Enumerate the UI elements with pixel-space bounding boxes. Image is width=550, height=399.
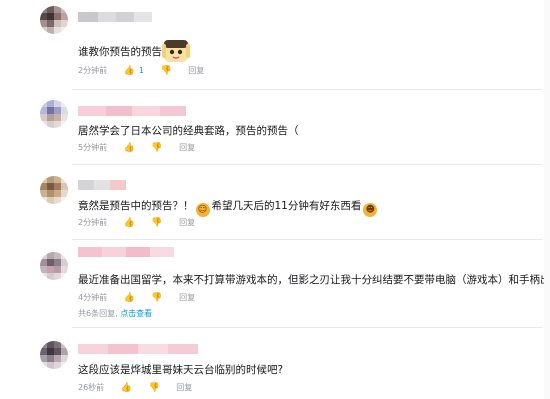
comment-text: 最近准备出国留学，本来不打算带游戏本的，但影之刃让我十分纠结要不要带电脑（游戏本… [78,273,550,291]
reply-button[interactable]: 回复 [176,383,192,393]
reply-button[interactable]: 回复 [179,143,195,153]
reply-button[interactable]: 回复 [188,66,204,76]
comment-item: 最近准备出国留学，本来不打算带游戏本的，但影之刃让我十分纠结要不要带电脑（游戏本… [0,240,550,328]
username-blurred[interactable] [78,247,174,257]
comment-meta: 2分钟前 👍 1 👎 回复 [78,66,204,77]
username-blurred[interactable] [78,106,186,116]
comment-meta: 2分钟前 👍 👎 回复 [78,218,195,229]
anime-girl-sticker [162,40,190,62]
comment-text-part: 希望几天后的11分钟有好东西看 [211,200,362,212]
comment-meta: 5分钟前 👍 👎 回复 [78,143,195,154]
avatar[interactable] [40,100,68,128]
comment-time: 4分钟前 [78,293,108,302]
thumb-up-icon[interactable]: 👍 [124,143,135,153]
reply-button[interactable]: 回复 [179,293,195,303]
comment-text-part: 竟然是预告中的预告？！ [78,200,194,212]
comment-text: 居然学会了日本公司的经典套路，预告的预告（ [78,125,299,137]
reply-count: 共6条回复, [78,309,118,318]
thumb-down-icon[interactable]: 👎 [151,218,162,228]
thumb-up-icon[interactable]: 👍 [124,218,135,228]
comment-meta: 26秒前 👍 👎 回复 [78,383,192,394]
scrollbar[interactable] [544,0,550,399]
comment-item: 竟然是预告中的预告？！ ☺ 希望几天后的11分钟有好东西看 ☻ 2分钟前 👍 👎 回复 [0,165,550,240]
comment-text: 竟然是预告中的预告？！ ☺ 希望几天后的11分钟有好东西看 ☻ [78,199,379,217]
username-blurred[interactable] [78,344,198,354]
comment-time: 26秒前 [78,383,105,392]
replies-summary: 共6条回复, 点击查看 [78,308,152,319]
comment-time: 2分钟前 [78,66,108,75]
comment-time: 2分钟前 [78,218,108,227]
comment-time: 5分钟前 [78,143,108,152]
laughing-emoji-icon: ☺ [195,203,210,217]
thumb-down-icon[interactable]: 👎 [151,143,162,153]
username-blurred[interactable] [78,12,152,22]
comment-item: 这段应该是烨城里哥妹天云台临别的时候吧? 26秒前 👍 👎 回复 [0,328,550,399]
reply-button[interactable]: 回复 [179,218,195,228]
avatar[interactable] [40,176,68,204]
thumb-down-icon[interactable]: 👎 [151,293,162,303]
view-replies-link[interactable]: 点击查看 [120,309,152,318]
thumb-down-icon[interactable]: 👎 [161,66,172,76]
grinning-emoji-icon: ☻ [363,203,378,217]
comment-text-part: 最近准备出国留学，本来不打算带游戏本的，但影之刃让我十分纠结要不要带电脑（游戏本… [78,274,550,286]
comment-item: 居然学会了日本公司的经典套路，预告的预告（ 5分钟前 👍 👎 回复 [0,90,550,165]
avatar[interactable] [40,252,68,280]
like-count: 1 [138,66,144,75]
thumb-up-icon[interactable]: 👍 [124,66,135,76]
thumb-down-icon[interactable]: 👎 [149,383,160,393]
comment-text: 这段应该是烨城里哥妹天云台临别的时候吧? [78,364,284,376]
thumb-up-icon[interactable]: 👍 [121,383,132,393]
comment-item: 谁教你预告的预告的 2分钟前 👍 1 👎 回复 [0,0,550,90]
avatar[interactable] [40,6,68,34]
avatar[interactable] [40,341,68,369]
comment-meta: 4分钟前 👍 👎 回复 [78,293,195,304]
username-blurred[interactable] [78,180,126,190]
thumb-up-icon[interactable]: 👍 [124,293,135,303]
